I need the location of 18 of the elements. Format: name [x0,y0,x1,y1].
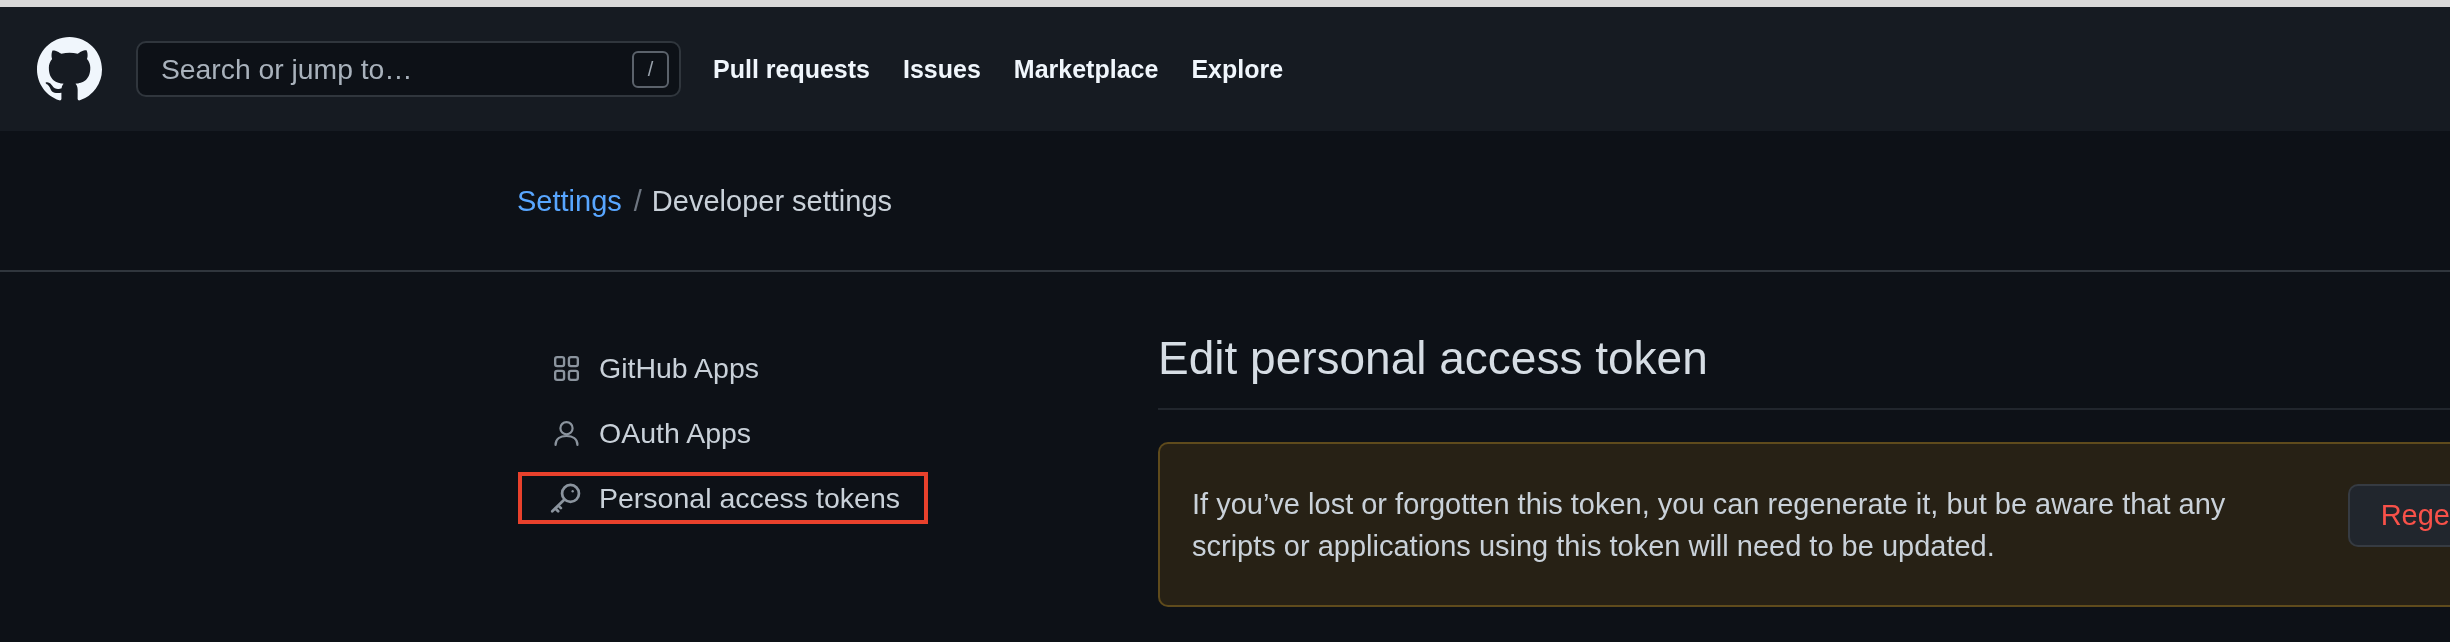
nav-link[interactable]: Explore [1191,54,1284,84]
nav-link[interactable]: Issues [903,54,981,84]
breadcrumb-link[interactable]: Settings [517,182,622,219]
sidebar-item[interactable]: GitHub Apps [518,342,787,394]
page-title: Edit personal access token [1158,331,1708,386]
shortcut-key: / [632,51,669,88]
notice-text: If you’ve lost or forgotten this token, you can regenerate it, but be aware that any scripts or applications using this token will need to be updated. [1192,486,2227,564]
person-icon [553,420,579,446]
key-icon [550,483,582,513]
sidebar-item[interactable]: Personal access tokens [518,472,928,524]
breadcrumb-current-page: Developer settings [651,183,893,219]
action-button[interactable]: Rege [2347,484,2450,547]
cat-logo-icon[interactable] [37,36,102,102]
nav-link[interactable]: Pull requests [713,54,870,84]
grid-icon [553,355,579,381]
sidebar-item[interactable]: OAuth Apps [518,407,780,459]
breadcrumb-separator: / [633,183,642,219]
nav-link[interactable]: Marketplace [1013,54,1159,84]
